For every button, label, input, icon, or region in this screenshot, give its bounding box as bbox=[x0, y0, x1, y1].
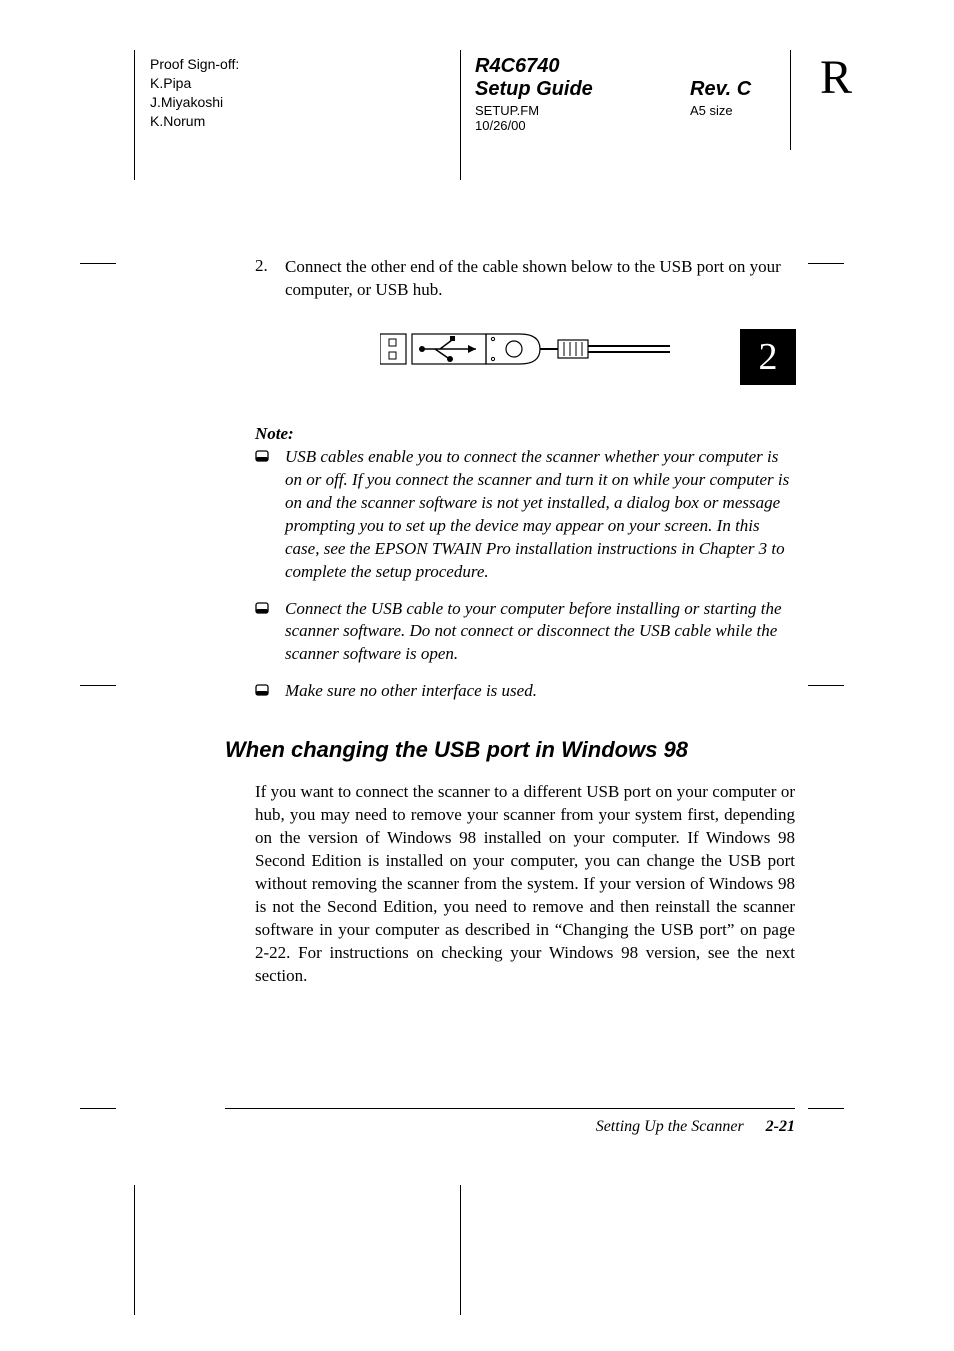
note-heading: Note: bbox=[255, 424, 795, 444]
crop-tick bbox=[808, 1108, 844, 1109]
section-paragraph: If you want to connect the scanner to a … bbox=[255, 781, 795, 987]
note-bullet: Connect the USB cable to your computer b… bbox=[255, 598, 795, 667]
page-footer: Setting Up the Scanner 2-21 bbox=[225, 1118, 795, 1136]
crop-tick bbox=[80, 263, 116, 264]
footer-page-number: 2-21 bbox=[766, 1118, 795, 1135]
page-side-mark: R bbox=[820, 50, 852, 105]
header-divider-left bbox=[134, 50, 135, 180]
note-bullet: USB cables enable you to connect the sca… bbox=[255, 446, 795, 584]
bullet-icon bbox=[255, 598, 285, 667]
doc-date: 10/26/00 bbox=[475, 118, 593, 133]
footer-chapter: Setting Up the Scanner bbox=[596, 1118, 744, 1135]
bullet-icon bbox=[255, 446, 285, 584]
note-block: Note: USB cables enable you to connect t… bbox=[255, 424, 795, 703]
proof-name: K.Pipa bbox=[150, 74, 239, 93]
rev-block: Rev. C A5 size bbox=[690, 78, 751, 118]
doc-rev: Rev. C bbox=[690, 78, 751, 101]
proof-name: K.Norum bbox=[150, 112, 239, 131]
proof-name: J.Miyakoshi bbox=[150, 93, 239, 112]
header-divider-right bbox=[790, 50, 791, 150]
step-item: 2. Connect the other end of the cable sh… bbox=[255, 256, 795, 302]
proof-heading: Proof Sign-off: bbox=[150, 55, 239, 74]
proof-signoff-block: Proof Sign-off: K.Pipa J.Miyakoshi K.Nor… bbox=[150, 55, 239, 131]
note-bullet-text: USB cables enable you to connect the sca… bbox=[285, 446, 795, 584]
note-bullet: Make sure no other interface is used. bbox=[255, 680, 795, 703]
note-bullet-text: Make sure no other interface is used. bbox=[285, 680, 537, 703]
step-text: Connect the other end of the cable shown… bbox=[285, 256, 795, 302]
section-heading: When changing the USB port in Windows 98 bbox=[225, 737, 795, 763]
footer-rule bbox=[225, 1108, 795, 1109]
doc-title: Setup Guide bbox=[475, 78, 593, 101]
usb-cable-figure bbox=[380, 324, 670, 374]
doc-code: R4C6740 bbox=[475, 55, 593, 78]
doc-title-block: R4C6740 Setup Guide SETUP.FM 10/26/00 bbox=[475, 55, 593, 133]
doc-paper-size: A5 size bbox=[690, 103, 751, 118]
footer-divider-left bbox=[134, 1185, 135, 1315]
footer-divider-mid bbox=[460, 1185, 461, 1315]
doc-file: SETUP.FM bbox=[475, 103, 593, 118]
crop-tick bbox=[80, 1108, 116, 1109]
bullet-icon bbox=[255, 680, 285, 703]
header-divider-mid bbox=[460, 50, 461, 180]
crop-tick bbox=[808, 685, 844, 686]
crop-tick bbox=[80, 685, 116, 686]
step-number: 2. bbox=[255, 256, 285, 302]
note-bullet-text: Connect the USB cable to your computer b… bbox=[285, 598, 795, 667]
crop-tick bbox=[808, 263, 844, 264]
